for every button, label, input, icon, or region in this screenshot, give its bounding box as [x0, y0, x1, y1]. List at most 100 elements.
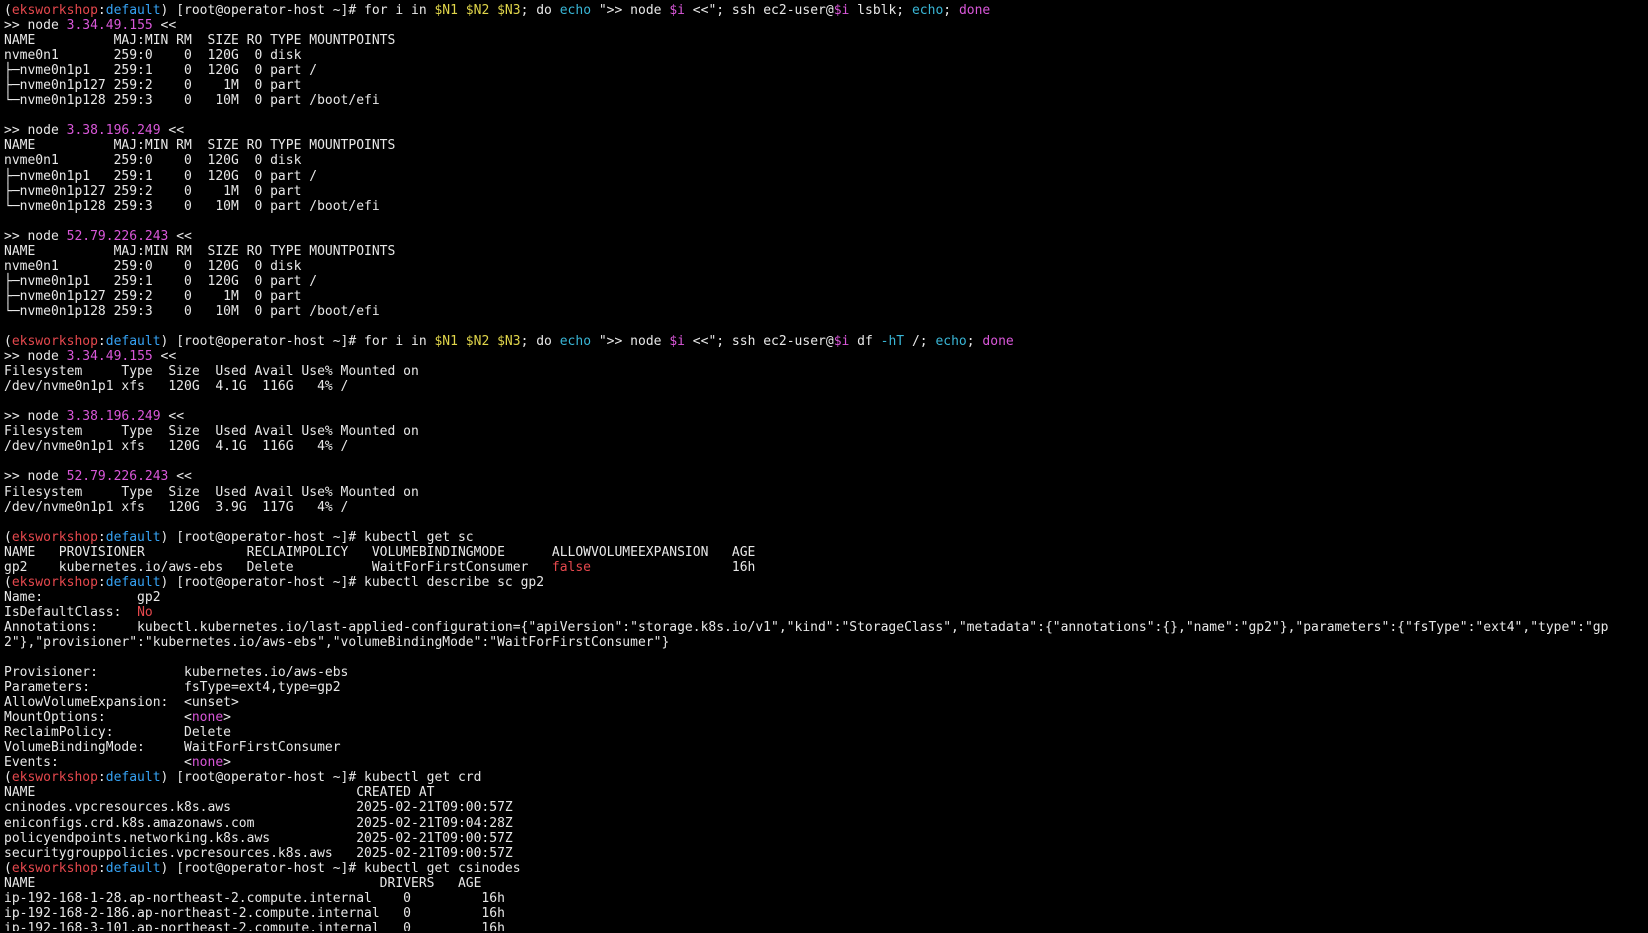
command-text: default	[105, 334, 161, 350]
command-text: echo	[559, 334, 592, 350]
output-text: /dev/nvme0n1p1 xfs 120G 4.1G 116G 4% /	[4, 379, 349, 395]
command-text: (	[4, 770, 12, 786]
output-text: NAME DRIVERS AGE	[4, 875, 482, 891]
output-text: >> node	[4, 469, 67, 485]
output-text: MountOptions: <	[4, 710, 192, 726]
output-text: 3.38.196.249	[66, 409, 161, 425]
output-line: nvme0n1 259:0 0 120G 0 disk	[4, 153, 1644, 168]
output-text: eniconfigs.crd.k8s.amazonaws.com 2025-02…	[4, 815, 513, 831]
output-text: policyendpoints.networking.k8s.aws 2025-…	[4, 830, 513, 846]
command-text: echo	[911, 3, 944, 18]
command-text: ) [root@operator-host ~]# for i in	[160, 3, 435, 18]
output-text: Filesystem Type Size Used Avail Use% Mou…	[4, 484, 419, 500]
output-text: NAME MAJ:MIN RM SIZE RO TYPE MOUNTPOINTS	[4, 243, 396, 259]
output-line: securitygrouppolicies.vpcresources.k8s.a…	[4, 846, 1644, 861]
command-line: (eksworkshop:default) [root@operator-hos…	[4, 334, 1644, 349]
output-text: Filesystem Type Size Used Avail Use% Mou…	[4, 364, 419, 380]
output-text: AllowVolumeExpansion: <unset>	[4, 695, 239, 711]
output-text: cninodes.vpcresources.k8s.aws 2025-02-21…	[4, 800, 513, 816]
output-text: >> node	[4, 409, 67, 425]
command-text: $i	[833, 3, 850, 18]
output-line: └─nvme0n1p128 259:3 0 10M 0 part /boot/e…	[4, 93, 1644, 108]
output-line: eniconfigs.crd.k8s.amazonaws.com 2025-02…	[4, 816, 1644, 831]
output-line: >> node 3.34.49.155 <<	[4, 18, 1644, 33]
output-text: └─nvme0n1p128 259:3 0 10M 0 part /boot/e…	[4, 303, 380, 319]
output-text: false	[551, 559, 592, 575]
command-text: $N1 $N2 $N3	[434, 334, 521, 350]
terminal-output[interactable]: (eksworkshop:default) [root@operator-hos…	[4, 3, 1644, 931]
command-text: /;	[904, 334, 936, 350]
command-text: $i	[669, 3, 685, 18]
output-text: ip-192-168-2-186.ap-northeast-2.compute.…	[4, 905, 505, 921]
output-line: VolumeBindingMode: WaitForFirstConsumer	[4, 740, 1644, 755]
output-text: >> node	[4, 349, 67, 365]
output-text: none	[191, 755, 224, 771]
command-text: default	[105, 529, 161, 545]
output-text: <<	[160, 123, 185, 139]
output-line: nvme0n1 259:0 0 120G 0 disk	[4, 259, 1644, 274]
output-line: NAME DRIVERS AGE	[4, 876, 1644, 891]
output-line: nvme0n1 259:0 0 120G 0 disk	[4, 48, 1644, 63]
output-line: Events: <none>	[4, 755, 1644, 770]
output-line: >> node 3.34.49.155 <<	[4, 349, 1644, 364]
output-text: <<	[152, 349, 177, 365]
command-line: (eksworkshop:default) [root@operator-hos…	[4, 575, 1644, 590]
command-text: ">> node	[591, 3, 670, 18]
command-text: (	[4, 3, 12, 18]
output-line: NAME MAJ:MIN RM SIZE RO TYPE MOUNTPOINTS	[4, 138, 1644, 153]
output-text: 3.34.49.155	[66, 349, 153, 365]
output-line: >> node 3.38.196.249 <<	[4, 123, 1644, 138]
output-line: MountOptions: <none>	[4, 710, 1644, 725]
output-line: Annotations: kubectl.kubernetes.io/last-…	[4, 620, 1644, 635]
output-text: Parameters: fsType=ext4,type=gp2	[4, 680, 341, 696]
command-line: (eksworkshop:default) [root@operator-hos…	[4, 770, 1644, 785]
output-text: Provisioner: kubernetes.io/aws-ebs	[4, 665, 349, 681]
command-text: eksworkshop	[11, 574, 98, 590]
output-text: ├─nvme0n1p127 259:2 0 1M 0 part	[4, 183, 302, 199]
output-text: ip-192-168-1-28.ap-northeast-2.compute.i…	[4, 890, 505, 906]
output-text: <<	[168, 469, 192, 485]
output-line: /dev/nvme0n1p1 xfs 120G 4.1G 116G 4% /	[4, 439, 1644, 454]
output-text: /dev/nvme0n1p1 xfs 120G 3.9G 117G 4% /	[4, 499, 349, 515]
output-text: 2"},"provisioner":"kubernetes.io/aws-ebs…	[4, 634, 670, 650]
output-line: cninodes.vpcresources.k8s.aws 2025-02-21…	[4, 800, 1644, 815]
output-text: ├─nvme0n1p127 259:2 0 1M 0 part	[4, 288, 302, 304]
output-text: 52.79.226.243	[66, 469, 169, 485]
output-text: VolumeBindingMode: WaitForFirstConsumer	[4, 740, 341, 756]
output-text: >> node	[4, 123, 67, 139]
command-text: eksworkshop	[11, 529, 98, 545]
output-line: policyendpoints.networking.k8s.aws 2025-…	[4, 831, 1644, 846]
output-line: ├─nvme0n1p1 259:1 0 120G 0 part /	[4, 63, 1644, 78]
output-line: └─nvme0n1p128 259:3 0 10M 0 part /boot/e…	[4, 304, 1644, 319]
command-text: <<"; ssh ec2-user@	[684, 3, 834, 18]
command-text: (	[4, 334, 12, 350]
command-text: ; do	[520, 3, 560, 18]
output-line: >> node 52.79.226.243 <<	[4, 469, 1644, 484]
output-line: ip-192-168-3-101.ap-northeast-2.compute.…	[4, 921, 1644, 931]
command-text: ) [root@operator-host ~]# for i in	[160, 334, 435, 350]
command-text: $N1 $N2 $N3	[434, 3, 521, 18]
output-line: ├─nvme0n1p1 259:1 0 120G 0 part /	[4, 274, 1644, 289]
output-text: 3.38.196.249	[66, 123, 161, 139]
output-line: gp2 kubernetes.io/aws-ebs Delete WaitFor…	[4, 560, 1644, 575]
output-line: NAME CREATED AT	[4, 785, 1644, 800]
command-text: -hT	[880, 334, 905, 350]
command-text: eksworkshop	[11, 860, 98, 876]
command-text: ">> node	[591, 334, 670, 350]
output-text: <<	[152, 18, 177, 34]
output-text: NAME CREATED AT	[4, 785, 435, 801]
command-text: df	[849, 334, 881, 350]
command-text: ;	[966, 334, 983, 350]
command-text: $i	[669, 334, 685, 350]
output-line: NAME MAJ:MIN RM SIZE RO TYPE MOUNTPOINTS	[4, 244, 1644, 259]
output-text: none	[191, 710, 224, 726]
output-text: ├─nvme0n1p127 259:2 0 1M 0 part	[4, 78, 302, 94]
command-text: done	[958, 3, 991, 18]
